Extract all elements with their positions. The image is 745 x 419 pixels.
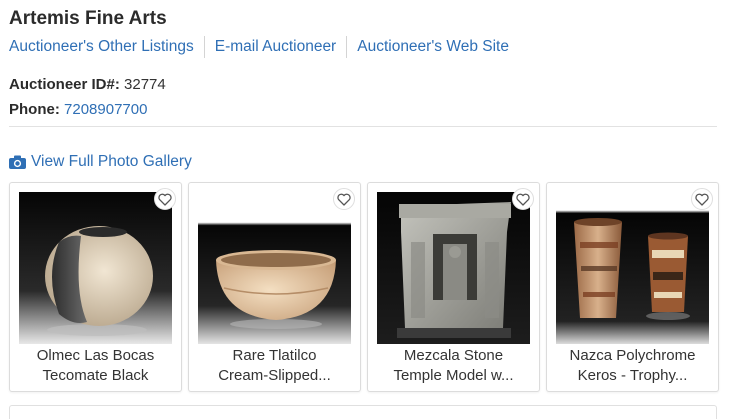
phone-label: Phone: xyxy=(9,101,60,118)
auctioneer-header: Artemis Fine Arts Auctioneer's Other Lis… xyxy=(9,8,717,58)
phone-row: Phone: 7208907700 xyxy=(9,100,166,125)
item-title-line1: Olmec Las Bocas xyxy=(36,347,155,364)
auctioneer-name: Artemis Fine Arts xyxy=(9,8,167,29)
item-title-line1: Rare Tlatilco xyxy=(232,347,317,364)
favorite-button[interactable] xyxy=(154,188,176,210)
link-separator xyxy=(346,36,348,58)
item-photo-mezcala[interactable] xyxy=(377,192,530,344)
favorite-button[interactable] xyxy=(512,188,534,210)
auctioneer-website-link[interactable]: Auctioneer's Web Site xyxy=(357,37,509,57)
view-gallery-link[interactable]: View Full Photo Gallery xyxy=(9,152,192,172)
auctioneer-id-label: Auctioneer ID#: xyxy=(9,76,120,93)
gallery-card[interactable]: Rare Tlatilco Cream-Slipped... xyxy=(188,182,361,392)
heart-icon xyxy=(337,193,351,206)
item-title[interactable]: Olmec Las Bocas Tecomate Black xyxy=(14,346,177,386)
other-listings-link[interactable]: Auctioneer's Other Listings xyxy=(9,37,194,57)
item-title-line1: Mezcala Stone xyxy=(403,347,504,364)
camera-icon xyxy=(9,155,26,169)
item-title-line2: Tecomate Black xyxy=(42,367,149,384)
item-title[interactable]: Nazca Polychrome Keros - Trophy... xyxy=(551,346,714,386)
item-title-line2: Temple Model w... xyxy=(393,367,514,384)
gallery-cards: Olmec Las Bocas Tecomate Black Rare Tlat… xyxy=(9,182,719,392)
heart-icon xyxy=(516,193,530,206)
item-photo-olmec[interactable] xyxy=(19,192,172,344)
gallery-card[interactable]: Nazca Polychrome Keros - Trophy... xyxy=(546,182,719,392)
divider xyxy=(9,126,717,127)
auctioneer-id-row: Auctioneer ID#: 32774 xyxy=(9,75,166,100)
item-title[interactable]: Mezcala Stone Temple Model w... xyxy=(372,346,535,386)
gallery-card[interactable]: Mezcala Stone Temple Model w... xyxy=(367,182,540,392)
favorite-button[interactable] xyxy=(333,188,355,210)
item-title[interactable]: Rare Tlatilco Cream-Slipped... xyxy=(193,346,356,386)
item-title-line1: Nazca Polychrome xyxy=(569,347,696,364)
link-separator xyxy=(203,36,205,58)
auctioneer-id-value: 32774 xyxy=(124,76,166,93)
auctioneer-links: Auctioneer's Other Listings E-mail Aucti… xyxy=(9,36,717,58)
item-photo-nazca[interactable] xyxy=(556,192,709,344)
heart-icon xyxy=(158,193,172,206)
gallery-card[interactable]: Olmec Las Bocas Tecomate Black xyxy=(9,182,182,392)
view-gallery-label: View Full Photo Gallery xyxy=(31,153,192,170)
item-photo-tlatilco[interactable] xyxy=(198,192,351,344)
heart-icon xyxy=(695,193,709,206)
email-auctioneer-link[interactable]: E-mail Auctioneer xyxy=(215,37,336,57)
item-title-line2: Keros - Trophy... xyxy=(577,367,688,384)
item-title-line2: Cream-Slipped... xyxy=(218,367,331,384)
auctioneer-info: Auctioneer ID#: 32774 Phone: 7208907700 xyxy=(9,75,166,125)
phone-link[interactable]: 7208907700 xyxy=(64,101,147,118)
next-section-box xyxy=(9,405,717,419)
favorite-button[interactable] xyxy=(691,188,713,210)
